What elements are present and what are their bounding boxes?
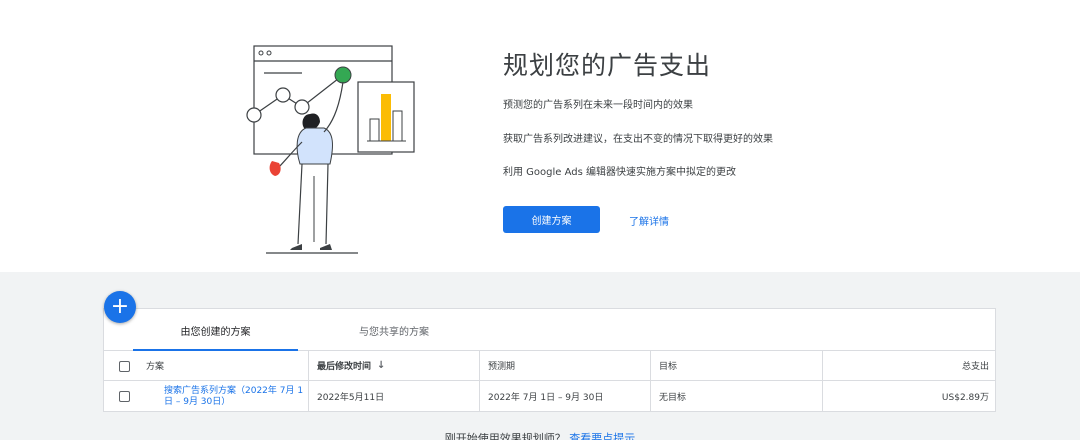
cell-spend: US$2.89万 bbox=[822, 381, 995, 412]
learn-more-link[interactable]: 了解详情 bbox=[629, 213, 669, 228]
plan-tabs: 由您创建的方案 与您共享的方案 bbox=[104, 309, 995, 351]
cell-target: 无目标 bbox=[650, 381, 822, 412]
tips-link[interactable]: 查看要点提示 bbox=[569, 432, 635, 440]
table-header: 方案 最后修改时间 ↓ 预测期 目标 总支出 bbox=[104, 351, 995, 381]
hero-bullet: 获取广告系列改进建议，在支出不变的情况下取得更好的效果 bbox=[503, 134, 773, 145]
tab-shared-with-you[interactable]: 与您共享的方案 bbox=[314, 309, 474, 351]
add-plan-button[interactable]: + bbox=[104, 291, 136, 323]
row-checkbox[interactable] bbox=[119, 391, 130, 402]
page-title: 规划您的广告支出 bbox=[503, 51, 712, 80]
column-header-modified[interactable]: 最后修改时间 ↓ bbox=[308, 351, 479, 380]
cell-modified: 2022年5月11日 bbox=[308, 381, 479, 412]
tips-text: 刚开始使用效果规划师？ bbox=[444, 432, 566, 440]
table-row: 搜索广告系列方案（2022年 7月 1日 – 9月 30日） 2022年5月11… bbox=[104, 381, 995, 412]
column-header-plan[interactable]: 方案 bbox=[146, 351, 312, 380]
plan-name-link[interactable]: 搜索广告系列方案（2022年 7月 1日 – 9月 30日） bbox=[164, 381, 309, 412]
hero-bullet: 利用 Google Ads 编辑器快速实施方案中拟定的更改 bbox=[503, 167, 737, 178]
hero-bullet: 预测您的广告系列在未来一段时间内的效果 bbox=[503, 100, 693, 111]
plus-icon: + bbox=[110, 294, 130, 319]
plans-card: 由您创建的方案 与您共享的方案 方案 最后修改时间 ↓ 预测期 目标 总支出 搜… bbox=[103, 308, 996, 412]
tab-created-by-you[interactable]: 由您创建的方案 bbox=[133, 309, 298, 351]
column-header-period[interactable]: 预测期 bbox=[479, 351, 650, 380]
column-header-label: 最后修改时间 bbox=[317, 362, 372, 372]
hero-section: 规划您的广告支出 预测您的广告系列在未来一段时间内的效果 获取广告系列改进建议，… bbox=[0, 0, 1080, 272]
tips-footer: 刚开始使用效果规划师？ 查看要点提示 bbox=[0, 430, 1080, 440]
arrow-down-icon: ↓ bbox=[377, 360, 386, 371]
cell-period: 2022年 7月 1日 – 9月 30日 bbox=[479, 381, 650, 412]
column-header-spend[interactable]: 总支出 bbox=[822, 351, 995, 380]
hero-text: 规划您的广告支出 预测您的广告系列在未来一段时间内的效果 获取广告系列改进建议，… bbox=[503, 46, 1023, 233]
create-plan-button[interactable]: 创建方案 bbox=[503, 206, 600, 233]
select-all-checkbox[interactable] bbox=[119, 361, 130, 372]
planning-illustration bbox=[246, 45, 415, 254]
column-header-target[interactable]: 目标 bbox=[650, 351, 822, 380]
